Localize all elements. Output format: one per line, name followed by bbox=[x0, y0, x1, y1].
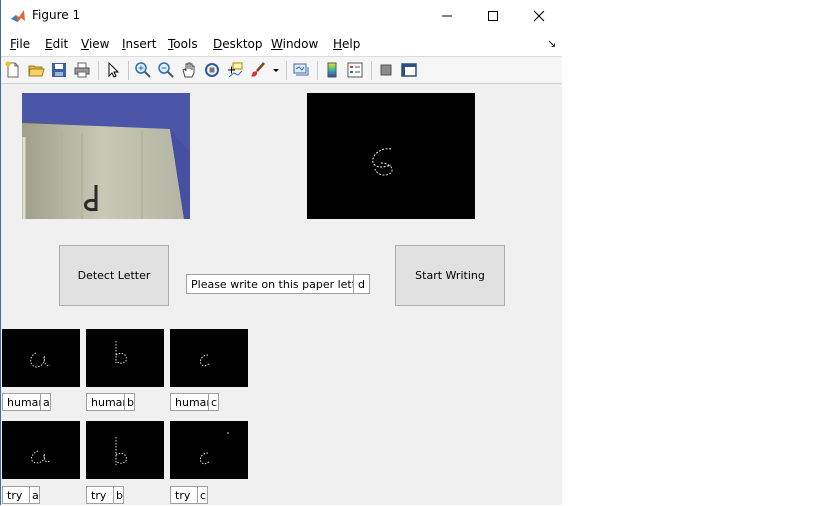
legend-icon[interactable] bbox=[346, 61, 364, 79]
menu-tools[interactable]: Tools bbox=[168, 37, 198, 51]
menu-window[interactable]: Window bbox=[271, 37, 318, 51]
maximize-icon bbox=[488, 10, 498, 21]
figure-toolbar bbox=[1, 56, 562, 84]
show-plot-tools-icon[interactable] bbox=[400, 61, 418, 79]
try-sample-image-b bbox=[86, 421, 164, 479]
rotate-3d-icon[interactable] bbox=[203, 61, 221, 79]
title-bar[interactable]: Figure 1 bbox=[1, 0, 562, 31]
print-icon[interactable] bbox=[73, 61, 91, 79]
matlab-logo-icon bbox=[10, 8, 26, 24]
human-label-c: human bbox=[170, 393, 213, 411]
detect-letter-button[interactable]: Detect Letter bbox=[59, 245, 169, 306]
maximize-button[interactable] bbox=[470, 0, 516, 31]
processed-image bbox=[307, 93, 475, 219]
close-button[interactable] bbox=[516, 0, 562, 31]
start-writing-button[interactable]: Start Writing bbox=[395, 245, 505, 306]
human-sample-image-b bbox=[86, 329, 164, 387]
menu-file[interactable]: File bbox=[10, 37, 30, 51]
edit-plot-arrow-icon[interactable] bbox=[104, 61, 122, 79]
dock-arrow-icon[interactable]: ↘ bbox=[547, 37, 556, 50]
minimize-button[interactable] bbox=[424, 0, 470, 31]
figure-content: Detect Letter Please write on this paper… bbox=[1, 84, 562, 505]
try-label-c: try bbox=[170, 486, 198, 504]
zoom-out-icon[interactable] bbox=[157, 61, 175, 79]
try-label-a: try bbox=[2, 486, 30, 504]
menu-desktop[interactable]: Desktop bbox=[213, 37, 263, 51]
colorbar-icon[interactable] bbox=[323, 61, 341, 79]
menu-help[interactable]: Help bbox=[333, 37, 360, 51]
human-letter-b[interactable]: b bbox=[124, 393, 135, 411]
try-sample-image-c bbox=[170, 421, 248, 479]
close-icon bbox=[533, 10, 545, 21]
human-label-b: human bbox=[86, 393, 129, 411]
human-label-a: human bbox=[2, 393, 45, 411]
toolbar-separator bbox=[128, 61, 129, 80]
toolbar-separator bbox=[286, 61, 287, 80]
try-label-b: try bbox=[86, 486, 114, 504]
minimize-icon bbox=[442, 15, 452, 16]
toolbar-separator bbox=[317, 61, 318, 80]
menu-edit[interactable]: Edit bbox=[45, 37, 68, 51]
try-sample-image-a bbox=[2, 421, 80, 479]
try-letter-c[interactable]: c bbox=[197, 486, 208, 504]
data-cursor-icon[interactable] bbox=[226, 61, 244, 79]
brush-dropdown-icon[interactable] bbox=[271, 61, 281, 79]
window-title: Figure 1 bbox=[32, 8, 81, 22]
menu-insert[interactable]: Insert bbox=[122, 37, 156, 51]
pan-hand-icon[interactable] bbox=[180, 61, 198, 79]
human-letter-c[interactable]: c bbox=[208, 393, 219, 411]
figure-window: Figure 1 File Edit View Insert Tools Des… bbox=[0, 0, 562, 505]
zoom-in-icon[interactable] bbox=[134, 61, 152, 79]
hide-plot-tools-icon[interactable] bbox=[377, 61, 395, 79]
save-icon[interactable] bbox=[50, 61, 68, 79]
prompt-text: Please write on this paper letter bbox=[186, 274, 367, 294]
camera-image bbox=[22, 93, 190, 219]
link-plot-icon[interactable] bbox=[292, 61, 310, 79]
menu-bar: File Edit View Insert Tools Desktop Wind… bbox=[1, 31, 562, 56]
human-sample-image-c bbox=[170, 329, 248, 387]
open-file-icon[interactable] bbox=[27, 61, 45, 79]
new-figure-icon[interactable] bbox=[4, 61, 22, 79]
toolbar-separator bbox=[371, 61, 372, 80]
brush-icon[interactable] bbox=[249, 61, 267, 79]
human-sample-image-a bbox=[2, 329, 80, 387]
prompt-letter-field[interactable]: d bbox=[353, 274, 370, 294]
toolbar-separator bbox=[98, 61, 99, 80]
menu-view[interactable]: View bbox=[81, 37, 109, 51]
human-letter-a[interactable]: a bbox=[40, 393, 51, 411]
try-letter-b[interactable]: b bbox=[113, 486, 124, 504]
try-letter-a[interactable]: a bbox=[29, 486, 40, 504]
